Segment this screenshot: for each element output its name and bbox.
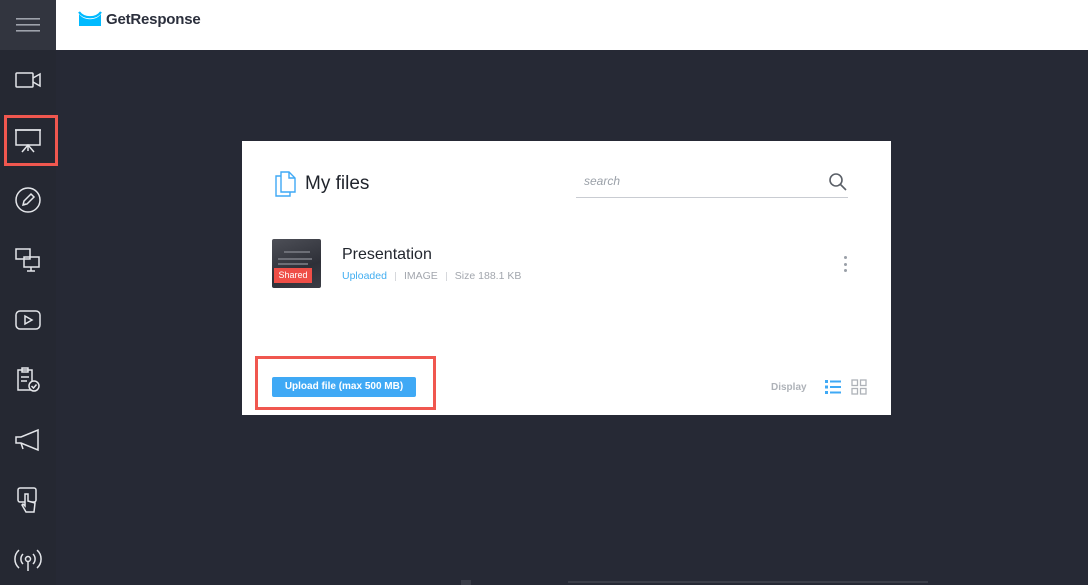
clipboard-check-icon	[17, 367, 40, 392]
meta-separator	[445, 271, 447, 281]
bottom-scroll-track[interactable]	[568, 581, 928, 583]
sidebar-item-whiteboard[interactable]	[0, 175, 56, 225]
shared-badge: Shared	[274, 268, 312, 283]
touch-pointer-icon	[17, 487, 37, 513]
file-status: Uploaded	[342, 270, 387, 282]
pencil-icon	[15, 187, 41, 213]
search-field[interactable]	[576, 168, 848, 198]
file-size: Size 188.1 KB	[454, 270, 522, 282]
dialog-header: My files	[273, 171, 369, 197]
more-options-icon[interactable]	[840, 254, 850, 274]
upload-highlight-frame	[255, 356, 436, 410]
screen-share-icon	[15, 248, 40, 272]
brand-name: GetResponse	[106, 11, 201, 28]
bottom-control	[461, 580, 471, 585]
file-thumbnail[interactable]: Shared	[272, 239, 321, 288]
sidebar-item-interaction[interactable]	[0, 475, 56, 525]
sidebar-item-presentation[interactable]	[0, 115, 58, 166]
dialog-title: My files	[305, 173, 370, 194]
search-icon[interactable]	[828, 172, 848, 192]
search-input[interactable]	[584, 174, 814, 188]
envelope-logo-icon	[78, 11, 102, 26]
menu-button[interactable]	[0, 0, 56, 50]
sidebar-item-tests[interactable]	[0, 355, 56, 405]
megaphone-icon	[15, 428, 39, 452]
sidebar-item-broadcast[interactable]	[0, 535, 56, 585]
presentation-board-icon	[15, 129, 41, 153]
file-name[interactable]: Presentation	[342, 246, 432, 264]
broadcast-icon	[14, 549, 42, 571]
meta-separator	[394, 271, 396, 281]
sidebar-item-video-player[interactable]	[0, 295, 56, 345]
hamburger-icon	[16, 18, 40, 32]
display-label: Display	[771, 381, 807, 393]
brand-logo[interactable]: GetResponse	[78, 11, 201, 28]
sidebar-item-call-to-action[interactable]	[0, 415, 56, 465]
list-view-icon[interactable]	[824, 379, 841, 395]
top-bar: GetResponse	[56, 0, 1088, 50]
sidebar	[0, 0, 58, 585]
grid-view-icon[interactable]	[850, 379, 867, 395]
sidebar-item-video[interactable]	[0, 55, 56, 105]
files-icon	[275, 171, 296, 197]
sidebar-item-screen-share[interactable]	[0, 235, 56, 285]
play-video-icon	[15, 310, 41, 330]
file-type: IMAGE	[403, 270, 438, 282]
display-controls: Display	[771, 379, 867, 395]
file-meta: Uploaded IMAGE Size 188.1 KB	[342, 270, 521, 282]
video-camera-icon	[15, 72, 41, 88]
file-row[interactable]: Shared Presentation Uploaded IMAGE Size …	[272, 239, 862, 289]
